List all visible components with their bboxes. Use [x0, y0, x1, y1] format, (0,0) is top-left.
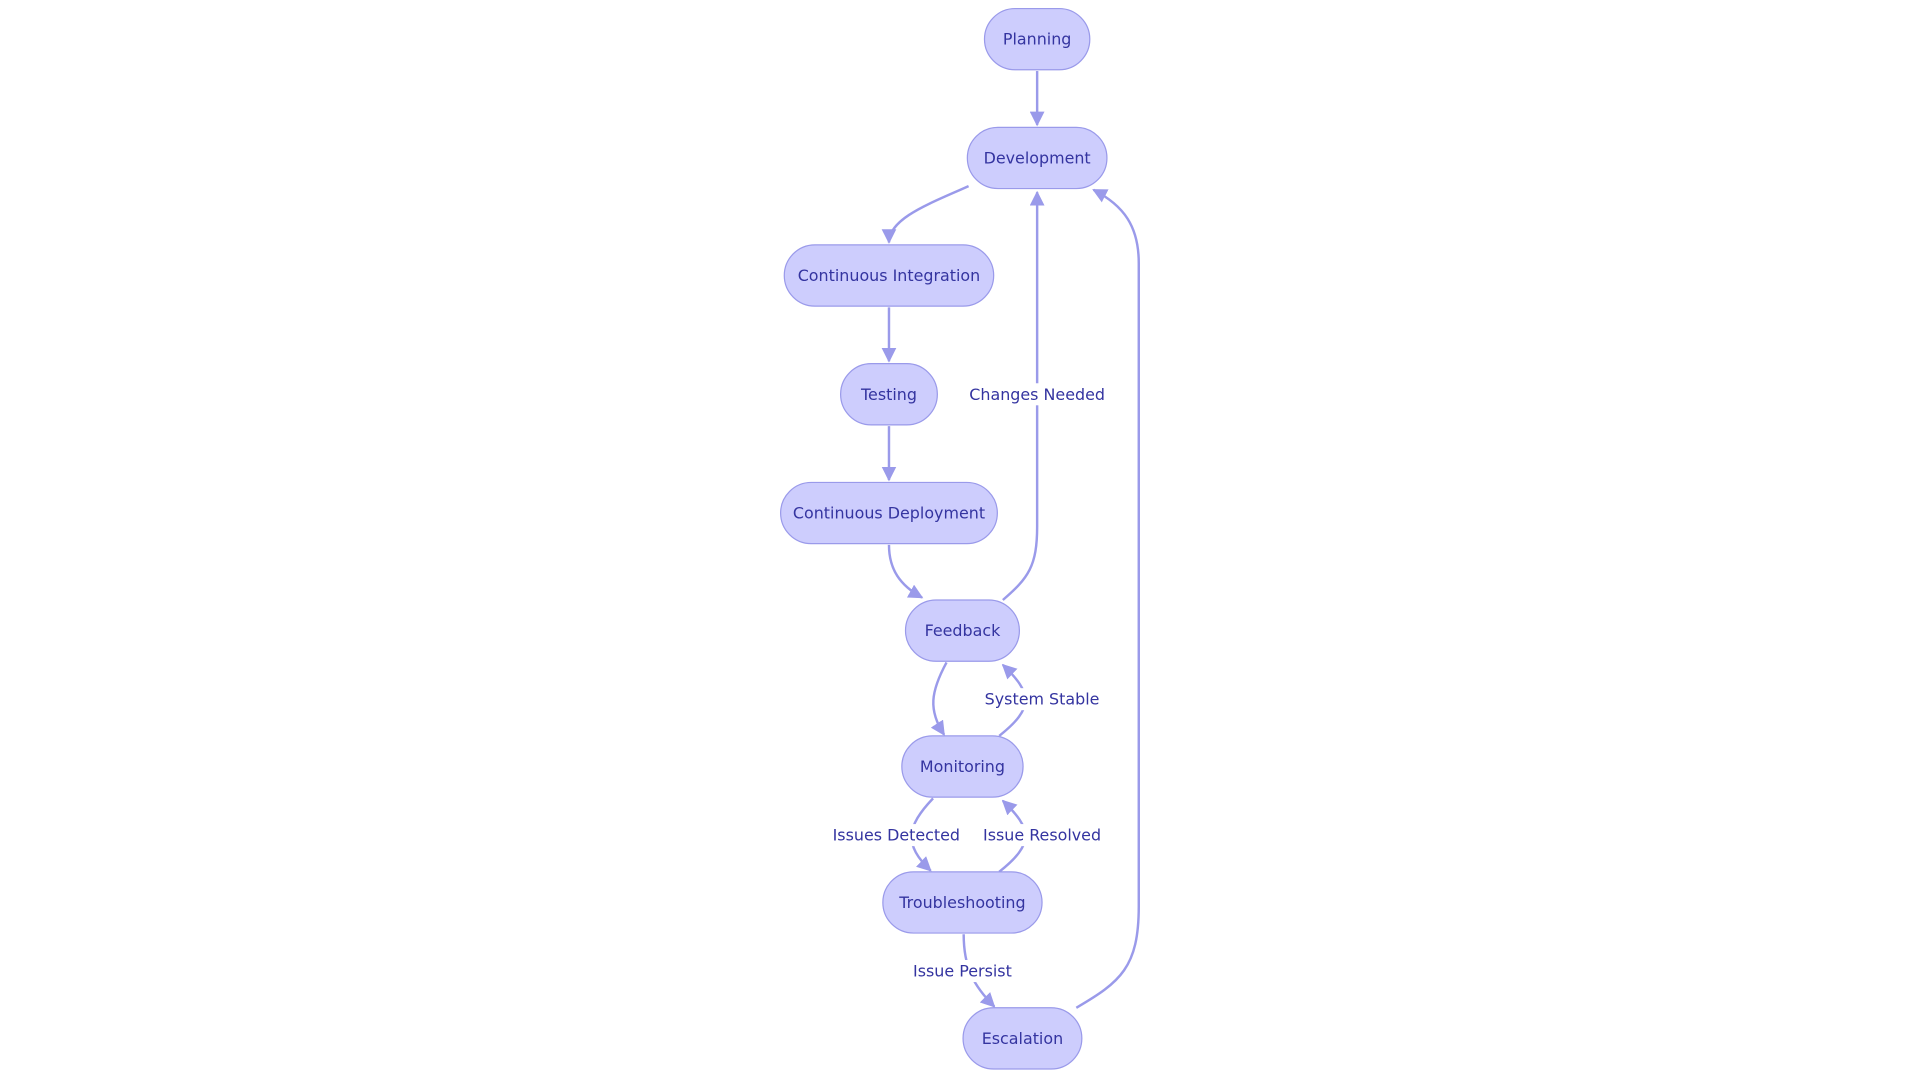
node-troubleshooting[interactable]: Troubleshooting: [882, 871, 1043, 934]
flowchart: Changes Needed System Stable Issues Detect…: [780, 7, 1140, 1070]
node-ci[interactable]: Continuous Integration: [783, 244, 995, 307]
node-cd[interactable]: Continuous Deployment: [780, 481, 998, 545]
node-label: Development: [984, 148, 1091, 167]
edge-label: Issues Detected: [833, 826, 960, 845]
edge-feedback-to-monitoring: [930, 661, 948, 736]
edge-cd-to-feedback: [887, 544, 924, 599]
node-label: Planning: [1003, 30, 1072, 49]
node-testing[interactable]: Testing: [840, 363, 938, 426]
node-feedback[interactable]: Feedback: [904, 599, 1020, 662]
edge-label: Changes Needed: [969, 385, 1105, 404]
node-label: Testing: [860, 385, 917, 404]
edge-label: System Stable: [985, 690, 1100, 709]
edge-development-to-ci: [881, 185, 970, 244]
edge-escalation-to-development: [1075, 188, 1140, 1009]
node-monitoring[interactable]: Monitoring: [901, 735, 1024, 798]
edge-label: Issue Persist: [913, 962, 1012, 981]
node-development[interactable]: Development: [966, 126, 1108, 190]
edge-label: Issue Resolved: [983, 826, 1101, 845]
node-label: Troubleshooting: [898, 893, 1025, 912]
node-label: Feedback: [925, 621, 1002, 640]
node-escalation[interactable]: Escalation: [962, 1007, 1083, 1070]
node-planning[interactable]: Planning: [983, 7, 1091, 71]
node-label: Monitoring: [920, 757, 1005, 776]
node-label: Continuous Integration: [798, 266, 981, 285]
node-label: Continuous Deployment: [793, 504, 985, 523]
node-label: Escalation: [982, 1029, 1063, 1048]
